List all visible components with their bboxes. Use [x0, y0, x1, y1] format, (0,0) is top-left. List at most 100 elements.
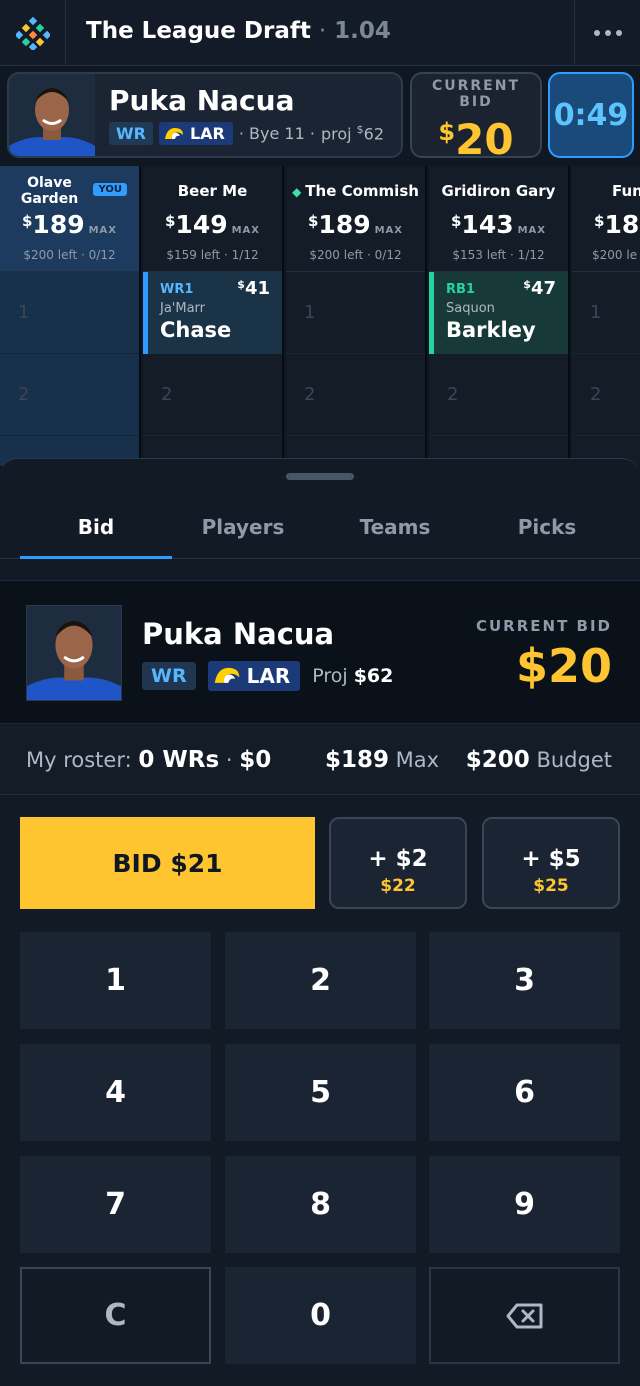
top-bar: The League Draft · 1.04: [0, 0, 640, 66]
nominated-player-name: Puka Nacua: [109, 84, 295, 117]
app-logo-icon[interactable]: [0, 0, 66, 66]
pick-first-name: Ja'Marr: [160, 301, 206, 316]
bid-player-panel: Puka Nacua WR LAR Proj $62 CURRENT BID $…: [0, 580, 640, 724]
team-column[interactable]: Gridiron Gary $143 MAX $153 left · 1/12 R…: [429, 166, 570, 466]
keypad-2[interactable]: 2: [225, 932, 416, 1029]
keypad-clear-button[interactable]: C: [20, 1267, 211, 1364]
tab-bid[interactable]: Bid: [20, 499, 172, 559]
keypad-5[interactable]: 5: [225, 1044, 416, 1141]
team-budget-left: $200 left · 0/12: [309, 248, 402, 262]
increment-2-button[interactable]: + $2 $22: [329, 817, 467, 909]
roster-slot: 2: [286, 354, 425, 436]
keypad-0[interactable]: 0: [225, 1267, 416, 1364]
keypad-3[interactable]: 3: [429, 932, 620, 1029]
position-badge: WR: [109, 122, 153, 145]
current-bid-box: CURRENT BID $20: [410, 72, 542, 162]
team-abbr: LAR: [246, 664, 291, 688]
keypad-4[interactable]: 4: [20, 1044, 211, 1141]
projection: proj $62: [320, 123, 385, 144]
current-bid-value: $20: [438, 115, 514, 164]
team-name: Fun: [612, 182, 640, 200]
player-name: Puka Nacua: [142, 617, 335, 651]
bottom-sheet: Bid Players Teams Picks Puka Nacua WR LA…: [0, 458, 640, 1386]
tab-picks[interactable]: Picks: [471, 499, 623, 559]
pick-last-name: Chase: [160, 318, 232, 342]
projection: Proj $62: [312, 665, 394, 687]
roster-slot: 1: [572, 272, 640, 354]
budget: $200 Budget: [465, 747, 612, 773]
team-header: Fun $18 $200 le: [572, 166, 640, 272]
player-photo: [9, 74, 95, 156]
nominated-player-card[interactable]: Puka Nacua WR LAR · Bye 11 · proj $62: [7, 72, 403, 158]
current-bid-value: $20: [515, 639, 612, 693]
team-max-bid: $143 MAX: [450, 210, 547, 239]
tab-bar: Bid Players Teams Picks: [0, 499, 640, 559]
roster-slot: 1: [286, 272, 425, 354]
team-name: Beer Me: [177, 182, 248, 200]
pick-card[interactable]: RB1 $47 Saquon Barkley: [429, 272, 568, 354]
player-meta: WR LAR Proj $62: [142, 661, 393, 691]
team-column[interactable]: Olave Garden YOU $189 MAX $200 left · 0/1…: [0, 166, 141, 466]
bid-timer: 0:49: [548, 72, 634, 158]
team-column[interactable]: Fun $18 $200 le 1 2: [572, 166, 640, 466]
team-max-bid: $189 MAX: [21, 210, 118, 239]
current-bid-label: CURRENT BID: [475, 617, 612, 635]
roster-slot: 2: [0, 354, 139, 436]
tab-players[interactable]: Players: [167, 499, 319, 559]
keypad-1[interactable]: 1: [20, 932, 211, 1029]
keypad-7[interactable]: 7: [20, 1156, 211, 1253]
team-board[interactable]: Olave Garden YOU $189 MAX $200 left · 0/1…: [0, 166, 640, 466]
pick-position: WR1: [160, 282, 194, 297]
player-photo: [26, 605, 122, 701]
team-column[interactable]: ◆ The Commish $189 MAX $200 left · 0/12 1 …: [286, 166, 427, 466]
pick-price: $41: [237, 278, 270, 299]
pick-first-name: Saquon: [446, 301, 495, 316]
team-header: Gridiron Gary $143 MAX $153 left · 1/12: [429, 166, 568, 272]
position-badge: WR: [142, 662, 196, 690]
pick-price: $47: [523, 278, 556, 299]
more-horizontal-icon[interactable]: [574, 0, 640, 66]
team-header: ◆ The Commish $189 MAX $200 left · 0/12: [286, 166, 425, 272]
rams-logo-icon: [164, 127, 183, 139]
team-column[interactable]: Beer Me $149 MAX $159 left · 1/12 WR1 $41…: [143, 166, 284, 466]
team-max-bid: $18: [594, 210, 640, 239]
keypad-9[interactable]: 9: [429, 1156, 620, 1253]
team-name: ◆ The Commish: [292, 182, 419, 200]
team-badge: LAR: [207, 661, 301, 691]
roster-slot: 2: [143, 354, 282, 436]
commissioner-icon: ◆: [292, 185, 302, 199]
pick-number: 1.04: [334, 18, 391, 44]
pick-card[interactable]: WR1 $41 Ja'Marr Chase: [143, 272, 282, 354]
roster-slot: WR1 $41 Ja'Marr Chase: [143, 272, 282, 354]
team-name: Gridiron Gary: [441, 182, 556, 200]
roster-count: My roster: 0 WRs · $0: [26, 747, 272, 773]
roster-budget: $189 Max $200 Budget: [325, 747, 612, 773]
nominated-player-meta: WR LAR · Bye 11 · proj $62: [109, 122, 384, 145]
backspace-button[interactable]: [429, 1267, 620, 1364]
team-budget-left: $159 left · 1/12: [166, 248, 259, 262]
backspace-icon: [506, 1303, 542, 1328]
bye-week: · Bye 11 ·: [238, 124, 315, 143]
team-header: Olave Garden YOU $189 MAX $200 left · 0/1…: [0, 166, 139, 272]
title-separator: ·: [318, 18, 327, 44]
team-header: Beer Me $149 MAX $159 left · 1/12: [143, 166, 282, 272]
sheet-drag-handle[interactable]: [286, 473, 354, 480]
team-max-bid: $189 MAX: [307, 210, 404, 239]
draft-title: The League Draft · 1.04: [86, 18, 391, 44]
team-max-bid: $149 MAX: [164, 210, 261, 239]
place-bid-button[interactable]: BID $21: [20, 817, 315, 909]
roster-slot: RB1 $47 Saquon Barkley: [429, 272, 568, 354]
team-abbr: LAR: [189, 124, 225, 143]
keypad-6[interactable]: 6: [429, 1044, 620, 1141]
team-name: Olave Garden: [20, 175, 79, 207]
rams-logo-icon: [214, 667, 239, 683]
max-bid: $189 Max: [324, 747, 440, 773]
keypad-8[interactable]: 8: [225, 1156, 416, 1253]
tab-teams[interactable]: Teams: [319, 499, 471, 559]
roster-summary: My roster: 0 WRs · $0 $189 Max $200 Budg…: [0, 725, 640, 795]
roster-slot: 2: [572, 354, 640, 436]
increment-5-button[interactable]: + $5 $25: [482, 817, 620, 909]
current-bid-label: CURRENT BID: [431, 78, 521, 110]
draft-name: The League Draft: [86, 18, 311, 44]
team-budget-left: $153 left · 1/12: [452, 248, 545, 262]
